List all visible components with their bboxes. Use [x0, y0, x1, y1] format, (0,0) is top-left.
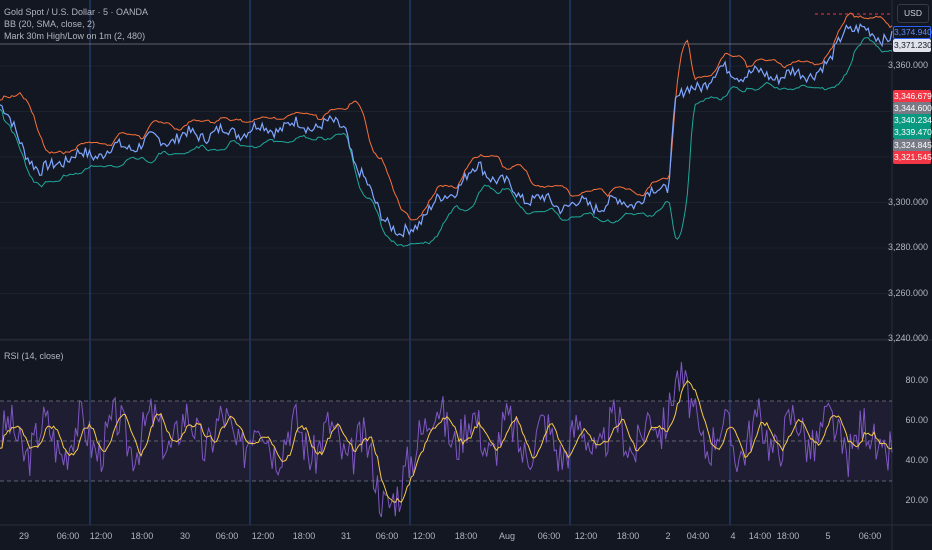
time-tick: 06:00 — [56, 531, 80, 541]
time-tick: 12:00 — [89, 531, 113, 541]
currency-button[interactable]: USD — [897, 4, 929, 23]
time-tick: 4 — [730, 531, 736, 541]
time-tick: 18:00 — [292, 531, 316, 541]
time-tick: 29 — [18, 531, 30, 541]
time-tick: 06:00 — [215, 531, 239, 541]
price-tag: 3,321.545 — [893, 151, 932, 164]
price-tick: 3,360.000 — [887, 60, 928, 70]
rsi-tick: 60.00 — [905, 415, 928, 425]
rsi-tick: 80.00 — [905, 375, 928, 385]
time-tick: 18:00 — [130, 531, 154, 541]
time-tick: 5 — [825, 531, 831, 541]
price-tick: 3,240.000 — [887, 333, 928, 343]
time-tick: 18:00 — [454, 531, 478, 541]
time-tick: 12:00 — [574, 531, 598, 541]
bb-indicator-label[interactable]: BB (20, SMA, close, 2) — [4, 18, 148, 30]
time-tick: 12:00 — [251, 531, 275, 541]
time-tick: 06:00 — [375, 531, 399, 541]
mark-indicator-label[interactable]: Mark 30m High/Low on 1m (2, 480) — [4, 30, 148, 42]
time-tick: 18:00 — [616, 531, 640, 541]
price-tick: 3,280.000 — [887, 242, 928, 252]
time-tick: 04:00 — [686, 531, 710, 541]
time-tick: 06:00 — [537, 531, 561, 541]
time-tick: 06:00 — [858, 531, 882, 541]
time-tick: 14:00 — [748, 531, 772, 541]
rsi-tick: 20.00 — [905, 495, 928, 505]
price-tag: 3,339.470 — [893, 126, 932, 139]
time-tick: 31 — [340, 531, 352, 541]
symbol-title[interactable]: Gold Spot / U.S. Dollar · 5 · OANDA — [4, 6, 148, 18]
rsi-indicator-label[interactable]: RSI (14, close) — [4, 350, 64, 362]
time-tick: 2 — [665, 531, 671, 541]
chart-canvas[interactable] — [0, 0, 932, 550]
price-tag: 3,371.230 — [893, 39, 932, 52]
price-tag: 3,374.940 — [893, 26, 932, 39]
time-tick: Aug — [498, 531, 516, 541]
price-tick: 3,260.000 — [887, 287, 928, 298]
legend: Gold Spot / U.S. Dollar · 5 · OANDA BB (… — [4, 6, 148, 42]
price-series — [0, 22, 893, 238]
rsi-tick: 40.00 — [905, 455, 928, 465]
chart-window[interactable]: Gold Spot / U.S. Dollar · 5 · OANDA BB (… — [0, 0, 932, 550]
time-tick: 30 — [179, 531, 191, 541]
price-tick: 3,300.000 — [887, 196, 928, 207]
time-tick: 12:00 — [412, 531, 436, 541]
time-tick: 18:00 — [776, 531, 800, 541]
bb-lower-band — [0, 37, 893, 247]
